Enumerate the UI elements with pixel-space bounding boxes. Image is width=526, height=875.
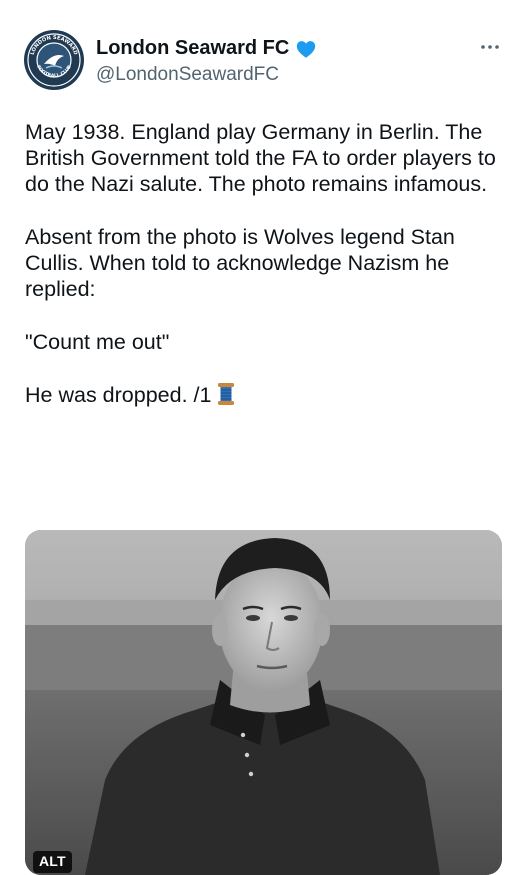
- display-name[interactable]: London Seaward FC: [96, 37, 317, 60]
- tweet-text: May 1938. England play Germany in Berlin…: [25, 119, 505, 408]
- tweet-paragraph: He was dropped. /1: [25, 383, 212, 407]
- club-crest-icon: LONDON SEAWARD FOOTBALL CLUB: [25, 31, 83, 89]
- spool-of-thread-icon: [217, 382, 235, 406]
- more-options-icon[interactable]: [478, 40, 502, 52]
- tweet-photo[interactable]: [25, 530, 502, 875]
- player-portrait-photo: [25, 530, 502, 875]
- tweet: LONDON SEAWARD FOOTBALL CLUB London Seaw…: [0, 0, 526, 875]
- display-name-text: London Seaward FC: [96, 37, 290, 59]
- tweet-paragraph: "Count me out": [25, 330, 170, 354]
- tweet-paragraph: May 1938. England play Germany in Berlin…: [25, 120, 502, 196]
- tweet-paragraph-last: He was dropped. /1: [25, 382, 505, 408]
- account-handle[interactable]: @LondonSeawardFC: [96, 64, 279, 86]
- verified-badge-icon: [295, 38, 317, 60]
- profile-avatar[interactable]: LONDON SEAWARD FOOTBALL CLUB: [24, 30, 84, 90]
- tweet-paragraph: Absent from the photo is Wolves legend S…: [25, 225, 461, 301]
